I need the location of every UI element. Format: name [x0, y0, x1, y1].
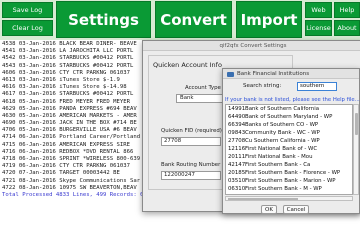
bank-list-item[interactable]: 42147First Southern Bank - Ca — [226, 161, 352, 169]
account-type-value: Bank — [180, 95, 194, 101]
bank-id: 27708 — [228, 138, 246, 144]
bank-name: Bank of Southern California — [245, 106, 319, 112]
main-toolbar: Save Log Clear Log Settings Convert Impo… — [0, 0, 360, 40]
bank-name: First Southern Bank - Ca — [245, 162, 311, 168]
bank-name: Community Bank - WC - WP — [245, 130, 320, 136]
bank-name: Bank of Southern Maryland - WP — [245, 114, 333, 120]
account-info-heading: Quicken Account Info — [153, 61, 222, 69]
bank-id: 20111 — [228, 154, 246, 160]
routing-label: Bank Routing Number ( — [161, 162, 225, 168]
bank-cancel-button[interactable]: Cancel — [283, 205, 309, 214]
web-button[interactable]: Web — [305, 2, 332, 18]
bank-name: First National Bank - Mou — [245, 154, 313, 160]
license-button[interactable]: License — [305, 20, 332, 36]
bank-list-item[interactable]: 12116First National Bank of - WC — [226, 145, 352, 153]
help-button[interactable]: Help — [334, 2, 360, 18]
bank-name: Banks of Southern CO - WP — [245, 122, 319, 128]
bank-name: First National Bank of - WC — [245, 146, 318, 152]
bank-institutions-dialog: Bank Financial Institutions Search strin… — [222, 68, 360, 214]
bank-list-item[interactable]: 66394Banks of Southern CO - WP — [226, 121, 352, 129]
horizontal-scrollbar[interactable] — [225, 196, 353, 201]
bank-id: 66394 — [228, 122, 246, 128]
fid-label: Quicken FID (required) — [161, 128, 222, 134]
bank-list-item[interactable]: 20111First National Bank - Mou — [226, 153, 352, 161]
save-log-button[interactable]: Save Log — [2, 2, 53, 18]
bank-id: 20185 — [228, 170, 246, 176]
search-input[interactable]: southern — [297, 82, 337, 91]
bank-name: Cu Southern California - WP — [245, 138, 320, 144]
bank-id: 42147 — [228, 162, 246, 168]
bank-list-item[interactable]: 06310First Southern Bank - M - WP — [226, 185, 352, 193]
bank-id: 09843 — [228, 130, 246, 136]
bank-id: 06310 — [228, 186, 246, 192]
account-type-select[interactable]: Bank ▾ — [176, 94, 228, 103]
bank-dialog-title: Bank Financial Institutions — [223, 69, 359, 79]
bank-list-item[interactable]: 03510First Southern Bank - Marion - WP — [226, 177, 352, 185]
bank-id: 14991 — [228, 106, 246, 112]
bank-name: First Southern Bank - Marion - WP — [245, 178, 336, 184]
bank-dialog-title-text: Bank Financial Institutions — [237, 71, 310, 77]
account-type-label: Account Type — [185, 85, 221, 91]
window-icon — [227, 72, 234, 77]
settings-button[interactable]: Settings — [56, 1, 151, 38]
bank-list-item[interactable]: 27708Cu Southern California - WP — [226, 137, 352, 145]
bank-name: First Southern Bank - Florence - WP — [245, 170, 341, 176]
dialog-title: qif2qfx Convert Settings — [143, 41, 360, 51]
vertical-scrollbar[interactable] — [353, 104, 359, 195]
bank-id: 12116 — [228, 146, 246, 152]
bank-id: 03510 — [228, 178, 246, 184]
bank-list[interactable]: 14991Bank of Southern California 64490Ban… — [225, 104, 353, 195]
bank-list-item[interactable]: 14991Bank of Southern California — [226, 105, 352, 113]
about-button[interactable]: About — [334, 20, 360, 36]
bank-list-item[interactable]: 09843Community Bank - WC - WP — [226, 129, 352, 137]
bank-ok-button[interactable]: OK — [261, 205, 277, 214]
help-note-link[interactable]: If your bank is not listed, please see t… — [225, 97, 360, 103]
bank-list-item[interactable]: 64490Bank of Southern Maryland - WP — [226, 113, 352, 121]
search-label: Search string: — [243, 83, 282, 89]
import-button[interactable]: Import — [236, 1, 302, 38]
scroll-thumb[interactable] — [228, 198, 298, 200]
convert-button[interactable]: Convert — [155, 1, 232, 38]
bank-list-item[interactable]: 20185First Southern Bank - Florence - WP — [226, 169, 352, 177]
bank-name: First Southern Bank - M - WP — [245, 186, 322, 192]
clear-log-button[interactable]: Clear Log — [2, 20, 53, 36]
fid-input[interactable]: 27708 — [161, 137, 221, 146]
scroll-thumb[interactable] — [355, 113, 358, 135]
routing-input[interactable]: 122000247 — [161, 171, 221, 180]
bank-id: 64490 — [228, 114, 246, 120]
